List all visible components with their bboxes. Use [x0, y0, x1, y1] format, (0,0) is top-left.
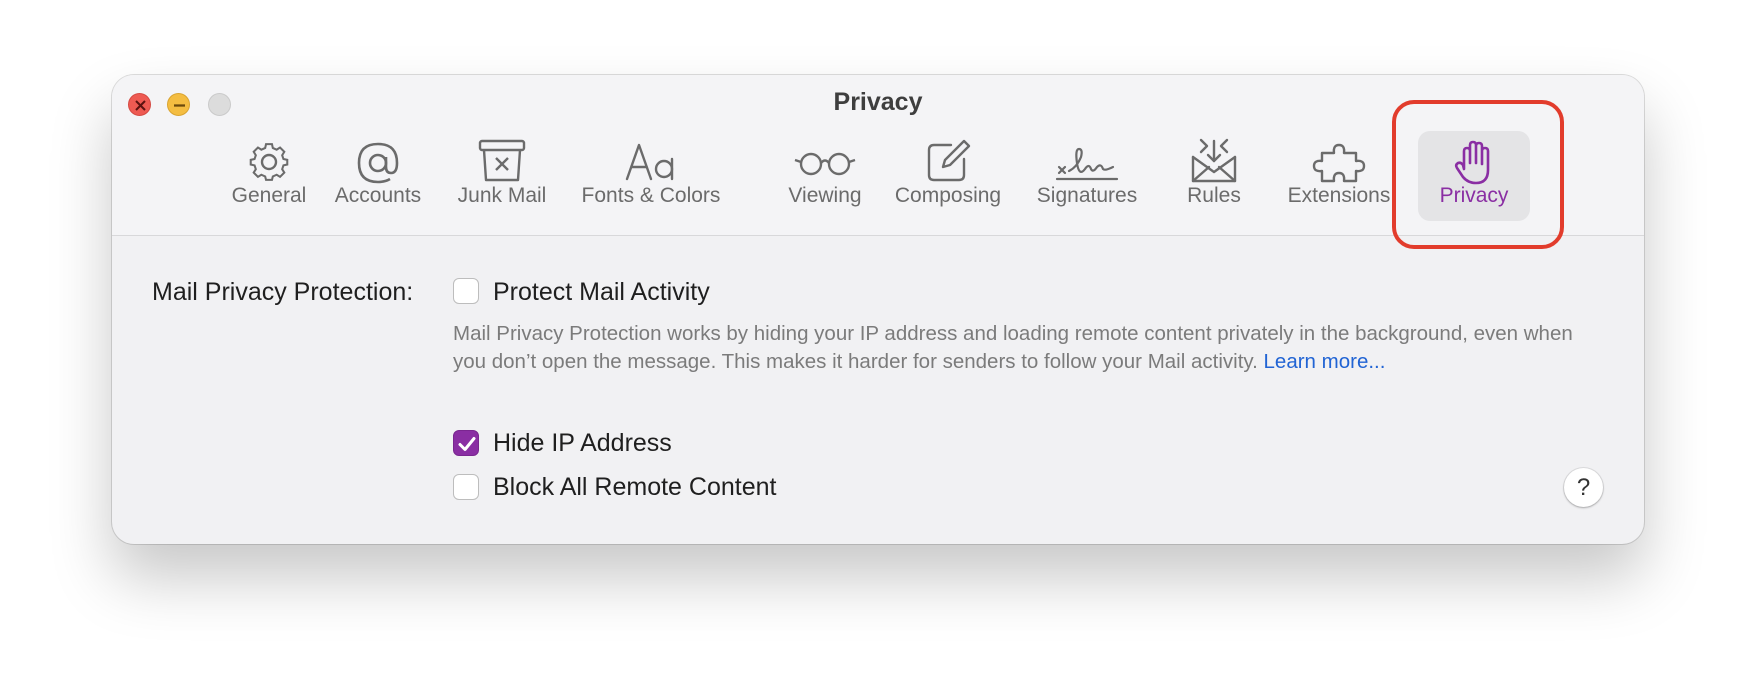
- privacy-description: Mail Privacy Protection works by hiding …: [453, 320, 1583, 376]
- block-remote-content-label: Block All Remote Content: [493, 473, 777, 501]
- title-bar-toolbar: Privacy General Accounts Junk Mail Fonts…: [112, 75, 1644, 249]
- tab-fonts-colors[interactable]: Fonts & Colors: [576, 131, 726, 215]
- privacy-tab-highlight-annotation: [1392, 100, 1564, 249]
- mail-privacy-protection-label: Mail Privacy Protection:: [152, 278, 414, 306]
- compose-icon: [927, 139, 971, 182]
- checkmark-icon: [458, 437, 476, 451]
- fonts-aa-icon: [625, 143, 674, 181]
- tab-rules[interactable]: Rules: [1176, 131, 1252, 215]
- mail-settings-window: Privacy General Accounts Junk Mail Fonts…: [112, 75, 1644, 544]
- protect-mail-activity-label: Protect Mail Activity: [493, 278, 710, 306]
- puzzle-piece-icon: [1312, 143, 1366, 183]
- block-remote-content-checkbox[interactable]: [453, 474, 479, 500]
- hide-ip-address-label: Hide IP Address: [493, 429, 672, 457]
- protect-mail-activity-checkbox[interactable]: [453, 278, 479, 304]
- gear-icon: [249, 143, 289, 181]
- junk-box-icon: [478, 139, 526, 182]
- tab-composing[interactable]: Composing: [890, 131, 1006, 215]
- glasses-icon: [794, 152, 856, 176]
- tab-rules-placeholder: [1062, 131, 1146, 215]
- learn-more-link[interactable]: Learn more...: [1264, 350, 1386, 373]
- at-sign-icon: [357, 142, 399, 184]
- tab-extensions[interactable]: Extensions: [1288, 131, 1390, 215]
- rules-envelope-icon: [1191, 138, 1237, 183]
- hide-ip-address-checkbox[interactable]: [453, 430, 479, 456]
- tab-fonts-colors-label: Fonts & Colors: [581, 184, 721, 207]
- help-button[interactable]: ?: [1564, 468, 1603, 507]
- privacy-description-text: Mail Privacy Protection works by hiding …: [453, 322, 1573, 373]
